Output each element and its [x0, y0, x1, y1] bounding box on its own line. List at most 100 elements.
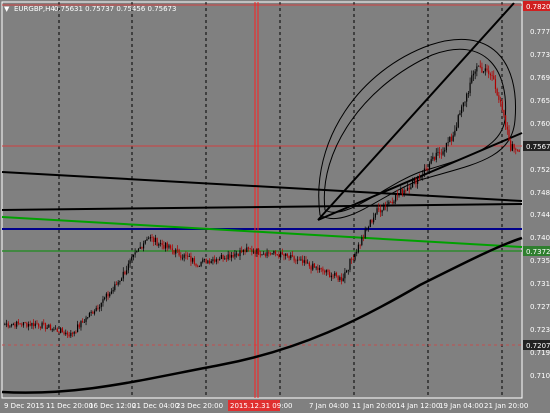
candle-body — [313, 263, 316, 268]
candle-body — [212, 259, 214, 262]
candle-body — [464, 101, 466, 103]
candle-body — [242, 249, 244, 253]
time-tick: 7 Jan 04:00 — [309, 402, 349, 410]
candle-body — [511, 144, 513, 151]
candle-body — [471, 75, 473, 83]
trendline-green[interactable] — [1, 216, 523, 248]
time-tick: 14 Jan 12:00 — [396, 402, 440, 410]
candle-body — [444, 150, 446, 152]
trendline-black-descending[interactable] — [1, 171, 523, 202]
channel-ellipse-inner[interactable] — [323, 48, 507, 213]
candle-body — [98, 307, 101, 309]
candle-body — [271, 253, 273, 255]
candle-body — [461, 106, 463, 114]
candle-body — [498, 95, 500, 100]
candle-body — [494, 79, 497, 89]
candle-body — [24, 322, 26, 323]
candle-body — [425, 168, 427, 170]
candle-body — [159, 243, 162, 244]
candle-body — [347, 269, 349, 271]
chart-menu-arrow-icon[interactable]: ▼ — [4, 5, 10, 13]
candle-body — [49, 324, 52, 331]
time-tick: 19 Jan 04:00 — [439, 402, 483, 410]
candlestick-series[interactable] — [4, 60, 520, 338]
candle-body — [439, 152, 441, 154]
price-label-green: 0.73725 — [523, 246, 550, 256]
chart-header: ▼ EURGBP,H4 0.75631 0.75737 0.75456 0.75… — [4, 5, 176, 13]
price-tick: 0.73590 — [530, 257, 550, 265]
candle-body — [198, 266, 201, 267]
candle-body — [516, 149, 519, 151]
candle-body — [303, 260, 305, 263]
candle-body — [173, 250, 175, 254]
price-tick: 0.71910 — [530, 349, 550, 357]
time-tick: 21 Jan 20:00 — [484, 402, 528, 410]
candle-body — [65, 332, 67, 335]
price-label-top: 0.78204 — [523, 1, 550, 11]
candle-body — [340, 277, 343, 282]
candle-body — [295, 260, 297, 262]
candle-body — [288, 255, 290, 259]
candle-body — [149, 237, 151, 239]
candle-body — [280, 252, 282, 258]
price-label-text: 0.75673 — [526, 143, 550, 151]
candle-body — [310, 266, 312, 270]
candle-body — [16, 321, 18, 327]
candle-body — [124, 271, 126, 275]
candle-body — [146, 239, 148, 241]
candle-body — [214, 259, 216, 262]
candle-body — [323, 271, 326, 273]
price-chart[interactable]: 0.77770 0.77350 0.76930 0.76510 0.76090 … — [0, 0, 550, 413]
candle-body — [224, 258, 226, 260]
candle-body — [66, 332, 69, 335]
candle-body — [19, 323, 21, 325]
candle-body — [344, 272, 346, 279]
candle-body — [207, 260, 209, 264]
candle-body — [215, 259, 217, 262]
candle-body — [359, 244, 361, 246]
price-tick: 0.74000 — [530, 234, 550, 242]
candle-body — [148, 238, 150, 240]
chart-window[interactable]: 0.77770 0.77350 0.76930 0.76510 0.76090 … — [0, 0, 550, 413]
candle-body — [293, 256, 295, 261]
candle-body — [241, 250, 243, 253]
candle-body — [236, 253, 238, 255]
candle-body — [142, 243, 145, 249]
candle-body — [276, 253, 278, 255]
trendline-black-flat[interactable] — [1, 203, 523, 211]
candle-body — [290, 255, 292, 259]
candle-body — [263, 253, 265, 255]
candle-body — [222, 255, 224, 260]
candle-body — [361, 237, 363, 245]
candle-body — [90, 311, 92, 314]
candle-body — [357, 244, 360, 252]
candle-body — [48, 324, 50, 328]
candle-body — [381, 210, 383, 213]
candle-body — [411, 180, 414, 188]
candle-body — [168, 245, 170, 248]
candle-body — [252, 251, 255, 253]
candle-body — [36, 323, 38, 325]
candle-body — [17, 321, 19, 324]
candle-body — [87, 317, 89, 319]
candle-body — [261, 254, 263, 256]
candle-body — [308, 262, 310, 267]
candle-body — [4, 324, 6, 325]
candle-body — [273, 251, 275, 254]
candle-body — [298, 259, 300, 261]
candle-body — [367, 227, 370, 229]
candle-body — [376, 208, 378, 214]
candle-body — [430, 159, 432, 164]
candle-body — [278, 254, 280, 258]
candle-body — [476, 66, 478, 72]
candle-body — [483, 71, 485, 73]
price-tick: 0.76090 — [530, 120, 550, 128]
candle-body — [75, 331, 77, 333]
candle-body — [415, 178, 417, 184]
candle-body — [93, 311, 96, 314]
chart-area-border — [1, 1, 523, 399]
price-tick: 0.74842 — [530, 189, 550, 197]
candle-body — [76, 324, 79, 333]
symbol-label: EURGBP,H4 — [14, 5, 55, 13]
candle-body — [192, 258, 194, 262]
